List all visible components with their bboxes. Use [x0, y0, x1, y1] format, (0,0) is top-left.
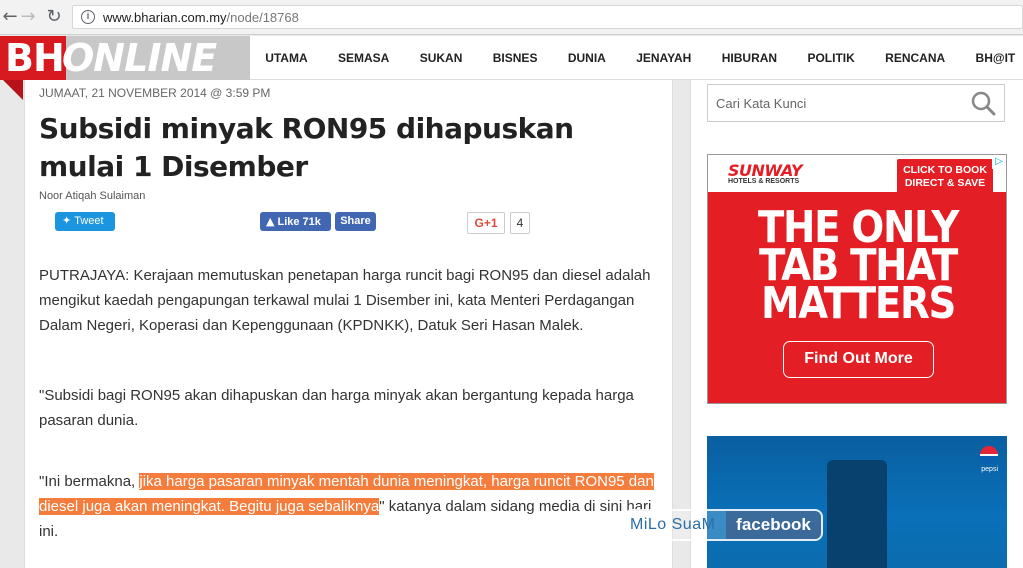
info-icon[interactable]: i [81, 10, 95, 24]
address-bar[interactable]: i www.bharian.com.my/node/18768 [72, 5, 1023, 29]
browser-toolbar: ← → ↻ i www.bharian.com.my/node/18768 [0, 0, 1023, 35]
facebook-like-button[interactable]: ▲ Like 71k [260, 212, 331, 231]
google-plus-button[interactable]: G+1 [467, 212, 505, 234]
forward-arrow-icon[interactable]: → [18, 7, 38, 27]
menu-item-jenayah[interactable]: JENAYAH [621, 36, 707, 80]
search-icon[interactable] [970, 90, 996, 116]
menu-item-dunia[interactable]: DUNIA [553, 36, 621, 80]
adchoices-icon[interactable]: ▷ [992, 155, 1006, 169]
watermark-name: MiLo SuaM [630, 516, 716, 533]
pepsi-advertisement[interactable]: pepsi [707, 436, 1007, 568]
menu-item-hiburan[interactable]: HIBURAN [707, 36, 793, 80]
thumbs-up-icon: ▲ [266, 215, 275, 228]
logo-online: ONLINE [62, 36, 217, 80]
pepsi-wordmark: pepsi [981, 466, 998, 473]
article-paragraph-2: "Subsidi bagi RON95 akan dihapuskan dan … [39, 387, 634, 429]
sunway-advertisement[interactable]: SUNWAY HOTELS & RESORTS CLICK TO BOOK DI… [707, 154, 1007, 404]
watermark-overlay: MiLo SuaM facebook [624, 509, 823, 541]
menu-item-politik[interactable]: POLITIK [792, 36, 870, 80]
twitter-bird-icon: ✦ [62, 215, 72, 227]
pepsi-can-image [827, 460, 887, 568]
article-headline: Subsidi minyak RON95 dihapuskan mulai 1 … [39, 112, 574, 183]
menu-item-sukan[interactable]: SUKAN [405, 36, 478, 80]
search-box[interactable]: Cari Kata Kunci [707, 84, 1005, 122]
paragraph-3-start: "Ini bermakna, [39, 473, 140, 490]
menu-item-semasa[interactable]: SEMASA [323, 36, 405, 80]
sidebar: Cari Kata Kunci SUNWAY HOTELS & RESORTS … [690, 80, 1023, 568]
search-input[interactable]: Cari Kata Kunci [716, 96, 806, 111]
main-menu: UTAMA SEMASA SUKAN BISNES DUNIA JENAYAH … [250, 36, 1023, 80]
article-author[interactable]: Noor Atiqah Sulaiman [39, 190, 145, 202]
article-paragraph-3: "Ini bermakna, jika harga pasaran minyak… [39, 469, 664, 544]
menu-item-utama[interactable]: UTAMA [250, 36, 323, 80]
menu-item-bisnes[interactable]: BISNES [478, 36, 553, 80]
logo-corner-fold [3, 80, 23, 100]
logo-bh: BH [0, 36, 66, 80]
ad-headline: THE ONLY TAB THAT MATTERS [726, 206, 990, 329]
menu-item-rencana[interactable]: RENCANA [870, 36, 960, 80]
book-direct-button[interactable]: CLICK TO BOOK DIRECT & SAVE [897, 159, 993, 196]
reload-icon[interactable]: ↻ [44, 7, 64, 27]
ad-headline-line-3: MATTERS [760, 278, 956, 329]
tweet-button[interactable]: ✦ Tweet [55, 212, 115, 231]
google-plus-count: 4 [510, 212, 530, 234]
tweet-label: Tweet [74, 215, 104, 227]
sunway-subtitle: HOTELS & RESORTS [728, 178, 800, 185]
facebook-share-button[interactable]: Share [335, 212, 376, 231]
site-logo[interactable]: BH ONLINE [0, 36, 250, 80]
url-text: www.bharian.com.my/node/18768 [103, 10, 299, 25]
article-column: JUMAAT, 21 NOVEMBER 2014 @ 3:59 PM Subsi… [24, 80, 673, 568]
back-arrow-icon[interactable]: ← [0, 7, 20, 27]
article-paragraph-1: PUTRAJAYA: Kerajaan memutuskan penetapan… [39, 267, 651, 334]
site-header: BH ONLINE UTAMA SEMASA SUKAN BISNES DUNI… [0, 36, 1023, 80]
watermark-facebook: facebook [726, 511, 821, 539]
find-out-more-button[interactable]: Find Out More [783, 341, 934, 378]
like-label: Like 71k [277, 216, 321, 228]
menu-item-bhit[interactable]: BH@IT [960, 36, 1023, 80]
article-dateline: JUMAAT, 21 NOVEMBER 2014 @ 3:59 PM [39, 86, 271, 100]
pepsi-logo-icon [980, 446, 998, 464]
